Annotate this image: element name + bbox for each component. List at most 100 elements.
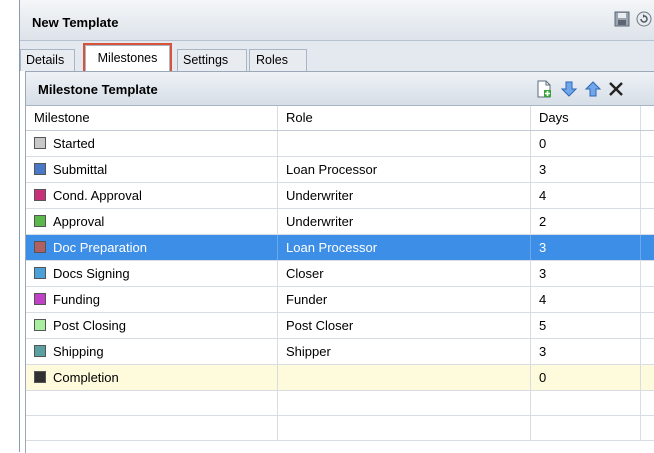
empty-cell — [531, 416, 641, 440]
milestone-name: Doc Preparation — [53, 240, 147, 255]
milestone-cell[interactable]: Completion — [26, 365, 278, 390]
milestone-color-swatch — [34, 293, 46, 305]
days-cell[interactable]: 4 — [531, 183, 641, 208]
milestone-cell[interactable]: Submittal — [26, 157, 278, 182]
days-cell[interactable]: 3 — [531, 157, 641, 182]
table-row[interactable]: Doc Preparation Loan Processor 3 — [26, 235, 654, 261]
role-cell[interactable]: Funder — [278, 287, 531, 312]
milestone-cell[interactable]: Funding — [26, 287, 278, 312]
milestone-name: Post Closing — [53, 318, 126, 333]
empty-cell — [531, 391, 641, 415]
milestone-name: Completion — [53, 370, 119, 385]
window-title: New Template — [32, 15, 119, 30]
tab-roles[interactable]: Roles — [249, 49, 307, 71]
milestone-name: Started — [53, 136, 95, 151]
spacer-cell — [641, 131, 654, 156]
role-cell[interactable] — [278, 365, 531, 390]
column-header-milestone[interactable]: Milestone — [26, 106, 278, 130]
milestone-cell[interactable]: Shipping — [26, 339, 278, 364]
empty-cell — [278, 391, 531, 415]
empty-cell — [641, 416, 654, 440]
table-row[interactable]: Approval Underwriter 2 — [26, 209, 654, 235]
empty-cell — [278, 416, 531, 440]
days-cell[interactable]: 0 — [531, 131, 641, 156]
table-row[interactable]: Cond. Approval Underwriter 4 — [26, 183, 654, 209]
title-bar: New Template — [20, 0, 654, 41]
spacer-cell — [641, 183, 654, 208]
delete-icon[interactable] — [607, 80, 625, 98]
move-up-icon[interactable] — [584, 80, 602, 98]
milestone-cell[interactable]: Doc Preparation — [26, 235, 278, 260]
spacer-cell — [641, 261, 654, 286]
milestone-table: Milestone Role Days Started 0 Submittal Loa… — [26, 106, 654, 441]
column-header-days[interactable]: Days — [531, 106, 641, 130]
role-cell[interactable]: Post Closer — [278, 313, 531, 338]
days-cell[interactable]: 0 — [531, 365, 641, 390]
empty-cell — [26, 391, 278, 415]
milestone-color-swatch — [34, 241, 46, 253]
milestone-color-swatch — [34, 345, 46, 357]
role-cell[interactable]: Underwriter — [278, 209, 531, 234]
days-cell[interactable]: 3 — [531, 235, 641, 260]
table-row[interactable]: Funding Funder 4 — [26, 287, 654, 313]
milestone-color-swatch — [34, 163, 46, 175]
milestone-color-swatch — [34, 215, 46, 227]
milestone-color-swatch — [34, 371, 46, 383]
milestone-name: Shipping — [53, 344, 104, 359]
milestone-cell[interactable]: Approval — [26, 209, 278, 234]
milestone-color-swatch — [34, 137, 46, 149]
milestone-template-panel: Milestone Template Milestone Role Days S… — [25, 71, 654, 453]
tab-details[interactable]: Details — [20, 49, 75, 71]
milestone-color-swatch — [34, 267, 46, 279]
table-row[interactable]: Submittal Loan Processor 3 — [26, 157, 654, 183]
milestone-name: Funding — [53, 292, 100, 307]
spacer-cell — [641, 209, 654, 234]
milestone-cell[interactable]: Cond. Approval — [26, 183, 278, 208]
role-cell[interactable]: Shipper — [278, 339, 531, 364]
empty-row — [26, 391, 654, 416]
table-header: Milestone Role Days — [26, 106, 654, 131]
tab-settings[interactable]: Settings — [177, 49, 247, 71]
milestone-name: Submittal — [53, 162, 108, 177]
days-cell[interactable]: 3 — [531, 339, 641, 364]
milestone-cell[interactable]: Post Closing — [26, 313, 278, 338]
spacer-cell — [641, 365, 654, 390]
spacer-cell — [641, 339, 654, 364]
milestone-name: Approval — [53, 214, 105, 229]
empty-cell — [641, 391, 654, 415]
table-row[interactable]: Started 0 — [26, 131, 654, 157]
milestone-cell[interactable]: Started — [26, 131, 278, 156]
milestone-color-swatch — [34, 319, 46, 331]
milestone-name: Docs Signing — [53, 266, 130, 281]
days-cell[interactable]: 3 — [531, 261, 641, 286]
spacer-cell — [641, 313, 654, 338]
move-down-icon[interactable] — [560, 80, 578, 98]
tab-strip: Details Milestones Settings Roles — [20, 41, 654, 74]
role-cell[interactable]: Closer — [278, 261, 531, 286]
role-cell[interactable]: Underwriter — [278, 183, 531, 208]
template-window: New Template Details Milestones Settings… — [19, 0, 654, 453]
milestone-color-swatch — [34, 189, 46, 201]
new-document-icon[interactable] — [535, 80, 553, 98]
column-header-role[interactable]: Role — [278, 106, 531, 130]
days-cell[interactable]: 4 — [531, 287, 641, 312]
panel-header: Milestone Template — [26, 72, 654, 106]
role-cell[interactable]: Loan Processor — [278, 157, 531, 182]
table-row[interactable]: Post Closing Post Closer 5 — [26, 313, 654, 339]
days-cell[interactable]: 5 — [531, 313, 641, 338]
table-row[interactable]: Docs Signing Closer 3 — [26, 261, 654, 287]
panel-title: Milestone Template — [38, 82, 158, 97]
days-cell[interactable]: 2 — [531, 209, 641, 234]
spacer-cell — [641, 287, 654, 312]
column-header-spacer — [641, 106, 654, 130]
refresh-icon[interactable] — [636, 11, 652, 27]
tab-milestones[interactable]: Milestones — [83, 43, 172, 74]
table-row[interactable]: Shipping Shipper 3 — [26, 339, 654, 365]
milestone-cell[interactable]: Docs Signing — [26, 261, 278, 286]
save-icon[interactable] — [614, 11, 630, 27]
role-cell[interactable] — [278, 131, 531, 156]
empty-cell — [26, 416, 278, 440]
table-row[interactable]: Completion 0 — [26, 365, 654, 391]
empty-row — [26, 416, 654, 441]
role-cell[interactable]: Loan Processor — [278, 235, 531, 260]
